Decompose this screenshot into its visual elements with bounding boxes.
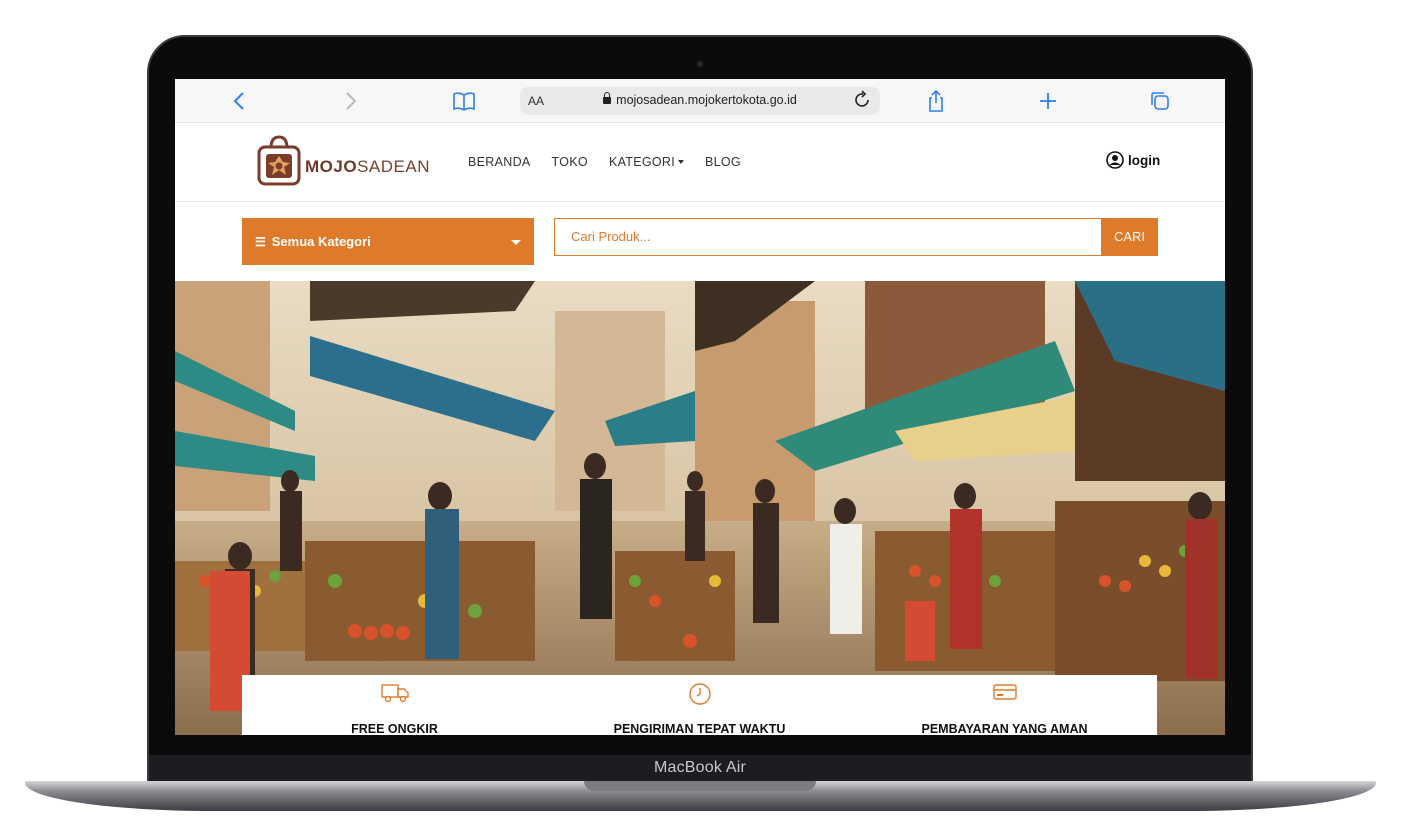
features-strip: FREE ONGKIR PENGIRIMAN TEPAT WAKTU PEMBA… [242,675,1157,735]
laptop-notch [584,781,816,791]
lock-icon [603,92,612,104]
caret-down-icon [678,160,685,164]
logo-icon[interactable] [256,134,302,186]
webcam [697,61,703,67]
screen: AA mojosadean.mojokertokota.go.id MOJOSA… [175,79,1225,735]
url-text: mojosadean.mojokertokota.go.id [520,92,880,107]
search-button[interactable]: CARI [1101,218,1158,256]
logo-text[interactable]: MOJOSADEAN [305,157,430,177]
login-link[interactable]: login [1106,151,1160,169]
main-nav: BERANDA TOKO KATEGORI BLOG [468,155,741,169]
address-bar[interactable]: AA mojosadean.mojokertokota.go.id [520,87,880,115]
bookmarks-icon[interactable] [451,88,477,114]
site-header: MOJOSADEAN BERANDA TOKO KATEGORI BLOG lo… [175,123,1225,202]
search-input[interactable]: Cari Produk... [554,218,1101,256]
new-tab-icon[interactable] [1035,88,1061,114]
forward-icon[interactable] [337,88,363,114]
chevron-down-icon [511,240,521,245]
tabs-icon[interactable] [1147,88,1173,114]
nav-item-toko[interactable]: TOKO [552,155,588,169]
share-icon[interactable] [923,88,949,114]
user-circle-icon [1106,151,1124,169]
nav-item-blog[interactable]: BLOG [705,155,741,169]
reload-icon[interactable] [854,90,872,115]
category-dropdown[interactable]: ☰ Semua Kategori [242,218,534,265]
device-label: MacBook Air [653,759,746,776]
nav-item-kategori[interactable]: KATEGORI [609,155,685,169]
nav-item-beranda[interactable]: BERANDA [468,155,531,169]
back-icon[interactable] [227,88,253,114]
credit-card-icon [992,684,1017,700]
browser-toolbar: AA mojosadean.mojokertokota.go.id [175,79,1225,123]
menu-icon: ☰ [255,235,266,249]
hero-banner-image [175,281,1225,735]
clock-icon [688,683,711,705]
truck-icon [380,684,409,703]
